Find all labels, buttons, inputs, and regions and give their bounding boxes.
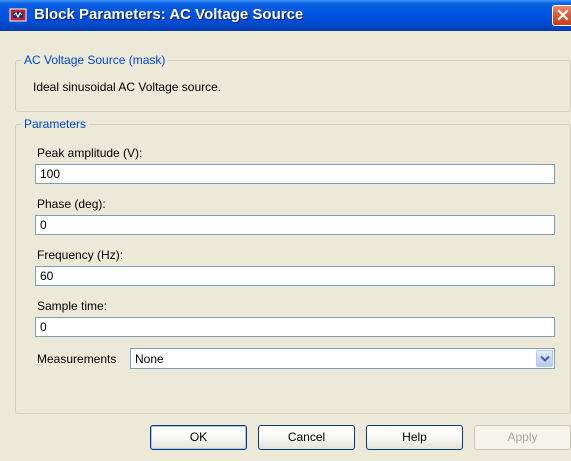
help-button[interactable]: Help bbox=[366, 425, 463, 450]
apply-button[interactable]: Apply bbox=[474, 425, 571, 450]
ok-button[interactable]: OK bbox=[150, 425, 247, 450]
peak-amplitude-label: Peak amplitude (V): bbox=[37, 146, 143, 160]
title-bar[interactable]: Block Parameters: AC Voltage Source bbox=[0, 0, 571, 31]
frequency-field[interactable] bbox=[35, 266, 555, 286]
frequency-label: Frequency (Hz): bbox=[37, 248, 124, 262]
mask-description-text: Ideal sinusoidal AC Voltage source. bbox=[33, 80, 222, 94]
parameters-group-title: Parameters bbox=[21, 117, 90, 131]
phase-field[interactable] bbox=[35, 215, 555, 235]
measurements-selected-value: None bbox=[135, 352, 164, 366]
measurements-label: Measurements bbox=[37, 352, 117, 366]
chevron-down-icon bbox=[540, 355, 550, 362]
window-title: Block Parameters: AC Voltage Source bbox=[34, 6, 304, 23]
phase-label: Phase (deg): bbox=[37, 197, 106, 211]
mask-description-group: AC Voltage Source (mask) Ideal sinusoida… bbox=[15, 53, 571, 112]
simulink-block-icon bbox=[9, 7, 27, 23]
cancel-button[interactable]: Cancel bbox=[258, 425, 355, 450]
close-button[interactable] bbox=[552, 5, 571, 26]
mask-group-title: AC Voltage Source (mask) bbox=[21, 53, 169, 67]
peak-amplitude-field[interactable] bbox=[35, 164, 555, 184]
block-parameters-dialog: Block Parameters: AC Voltage Source AC V… bbox=[0, 0, 571, 461]
measurements-select[interactable]: None bbox=[130, 348, 555, 369]
sample-time-label: Sample time: bbox=[37, 299, 108, 313]
close-icon bbox=[557, 9, 569, 21]
sample-time-field[interactable] bbox=[35, 317, 555, 337]
measurements-dropdown-button[interactable] bbox=[536, 350, 553, 367]
